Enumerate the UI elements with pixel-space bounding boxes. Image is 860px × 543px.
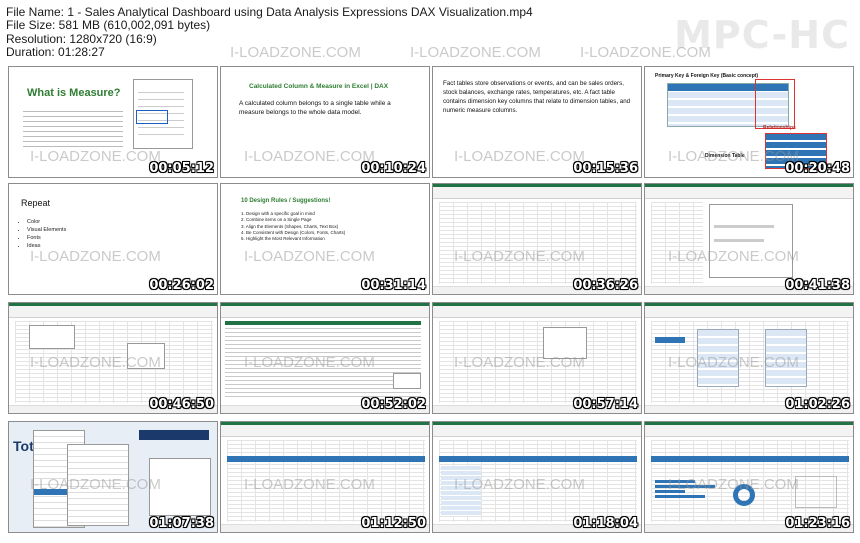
slide-title: Primary Key & Foreign Key (Basic concept… xyxy=(655,73,759,79)
timestamp: 00:26:02 xyxy=(149,278,214,293)
thumbnail-1[interactable]: What is Measure? 00:05:12 xyxy=(8,66,218,178)
slide-body: Fact tables store observations or events… xyxy=(443,80,631,114)
rule-item: 5. Highlight the Most Relevant Informati… xyxy=(241,236,325,242)
excel-grid xyxy=(439,321,637,403)
slide-title: Repeat xyxy=(21,198,51,208)
file-size: File Size: 581 MB (610,002,091 bytes) xyxy=(6,18,211,33)
pivot-popup xyxy=(543,327,587,359)
timestamp: 00:20:48 xyxy=(785,161,850,176)
timestamp: 00:15:36 xyxy=(573,161,638,176)
bar xyxy=(655,495,705,498)
excel-ribbon xyxy=(9,303,217,318)
excel-ribbon xyxy=(645,303,853,318)
key-highlight xyxy=(755,79,795,129)
timestamp: 01:12:50 xyxy=(361,516,426,531)
timestamp: 00:41:38 xyxy=(785,278,850,293)
thumbnail-12[interactable]: 01:02:26 xyxy=(644,302,854,414)
thumbnail-16[interactable]: 01:23:16 xyxy=(644,421,854,533)
timestamp: 01:18:04 xyxy=(573,516,638,531)
bullet-item: Fonts xyxy=(27,234,66,242)
header-band xyxy=(439,456,637,462)
thumbnail-13[interactable]: Tot 01:07:38 xyxy=(8,421,218,533)
thumbnail-4[interactable]: Primary Key & Foreign Key (Basic concept… xyxy=(644,66,854,178)
chart-area xyxy=(149,458,211,516)
donut-chart xyxy=(733,484,755,506)
bullet-item: Color xyxy=(27,218,66,226)
thumbnail-9[interactable]: 00:46:50 xyxy=(8,302,218,414)
thumbnail-10[interactable]: 00:52:02 xyxy=(220,302,430,414)
summary-box xyxy=(393,373,421,389)
excel-ribbon xyxy=(433,303,641,318)
thumbnail-5[interactable]: Repeat Color Visual Elements Fonts Ideas… xyxy=(8,183,218,295)
file-duration: Duration: 01:28:27 xyxy=(6,45,105,60)
rules-list: 1. Design with a specific goal in mind 2… xyxy=(241,211,345,242)
slide-text-lines xyxy=(23,107,123,147)
timestamp: 00:57:14 xyxy=(573,397,638,412)
excel-ribbon xyxy=(645,422,853,437)
thumbnail-8[interactable]: 00:41:38 xyxy=(644,183,854,295)
slide-title: 10 Design Rules / Suggestions! xyxy=(241,198,331,204)
field-list-panel xyxy=(133,79,193,149)
timestamp: 00:10:24 xyxy=(361,161,426,176)
excel-grid xyxy=(439,202,637,284)
rule-item: 3. Align the Elements (Shapes, Charts, T… xyxy=(241,223,339,229)
thumbnail-2[interactable]: Calculated Column & Measure in Excel | D… xyxy=(220,66,430,178)
dialog-window xyxy=(709,204,793,278)
excel-ribbon xyxy=(645,184,853,199)
slicer-panel xyxy=(697,329,739,387)
data-table xyxy=(225,321,421,399)
timestamp: 01:02:26 xyxy=(785,397,850,412)
brand-logo: MPC-HC xyxy=(674,13,850,57)
file-info: File Name: 1 - Sales Analytical Dashboar… xyxy=(6,5,533,60)
excel-ribbon xyxy=(433,184,641,199)
timestamp: 01:07:38 xyxy=(149,516,214,531)
header-band xyxy=(651,456,849,462)
timestamp: 00:36:26 xyxy=(573,278,638,293)
timestamp: 01:23:16 xyxy=(785,516,850,531)
excel-ribbon xyxy=(221,422,429,437)
data-table xyxy=(441,466,481,516)
timestamp: 00:05:12 xyxy=(149,161,214,176)
pivot-popup xyxy=(29,325,75,349)
file-resolution: Resolution: 1280x720 (16:9) xyxy=(6,31,157,46)
bullet-list: Color Visual Elements Fonts Ideas xyxy=(19,218,66,250)
thumbnail-11[interactable]: 00:57:14 xyxy=(432,302,642,414)
thumbnail-3[interactable]: Fact tables store observations or events… xyxy=(432,66,642,178)
slicer-header xyxy=(655,337,685,343)
excel-grid xyxy=(227,440,425,522)
header-band xyxy=(227,456,425,462)
excel-ribbon xyxy=(221,303,429,318)
thumbnail-7[interactable]: 00:36:26 xyxy=(432,183,642,295)
slide-title: Tot xyxy=(13,438,34,454)
relationships-label: Relationships xyxy=(763,125,796,131)
bar xyxy=(655,480,695,483)
thumbnail-15[interactable]: 01:18:04 xyxy=(432,421,642,533)
bar xyxy=(655,485,715,488)
timestamp: 00:52:02 xyxy=(361,397,426,412)
excel-grid xyxy=(651,321,849,403)
chart-area xyxy=(795,476,837,508)
timestamp: 00:31:14 xyxy=(361,278,426,293)
bullet-item: Visual Elements xyxy=(27,226,66,234)
timestamp: 00:46:50 xyxy=(149,397,214,412)
slicer-panel xyxy=(765,329,807,387)
excel-ribbon xyxy=(433,422,641,437)
dashboard-header xyxy=(139,430,209,440)
slide-title: Calculated Column & Measure in Excel | D… xyxy=(249,83,389,90)
thumbnail-6[interactable]: 10 Design Rules / Suggestions! 1. Design… xyxy=(220,183,430,295)
slide-body: A calculated column belongs to a single … xyxy=(239,100,391,116)
dimension-label: Dimension Table xyxy=(705,153,745,159)
file-name: File Name: 1 - Sales Analytical Dashboar… xyxy=(6,5,533,19)
excel-grid xyxy=(651,202,703,284)
bar xyxy=(655,490,685,493)
thumbnail-14[interactable]: 01:12:50 xyxy=(220,421,430,533)
bullet-item: Ideas xyxy=(27,242,66,250)
slide-title: What is Measure? xyxy=(27,87,121,99)
fields-list xyxy=(67,444,129,526)
pivot-popup xyxy=(127,343,165,369)
